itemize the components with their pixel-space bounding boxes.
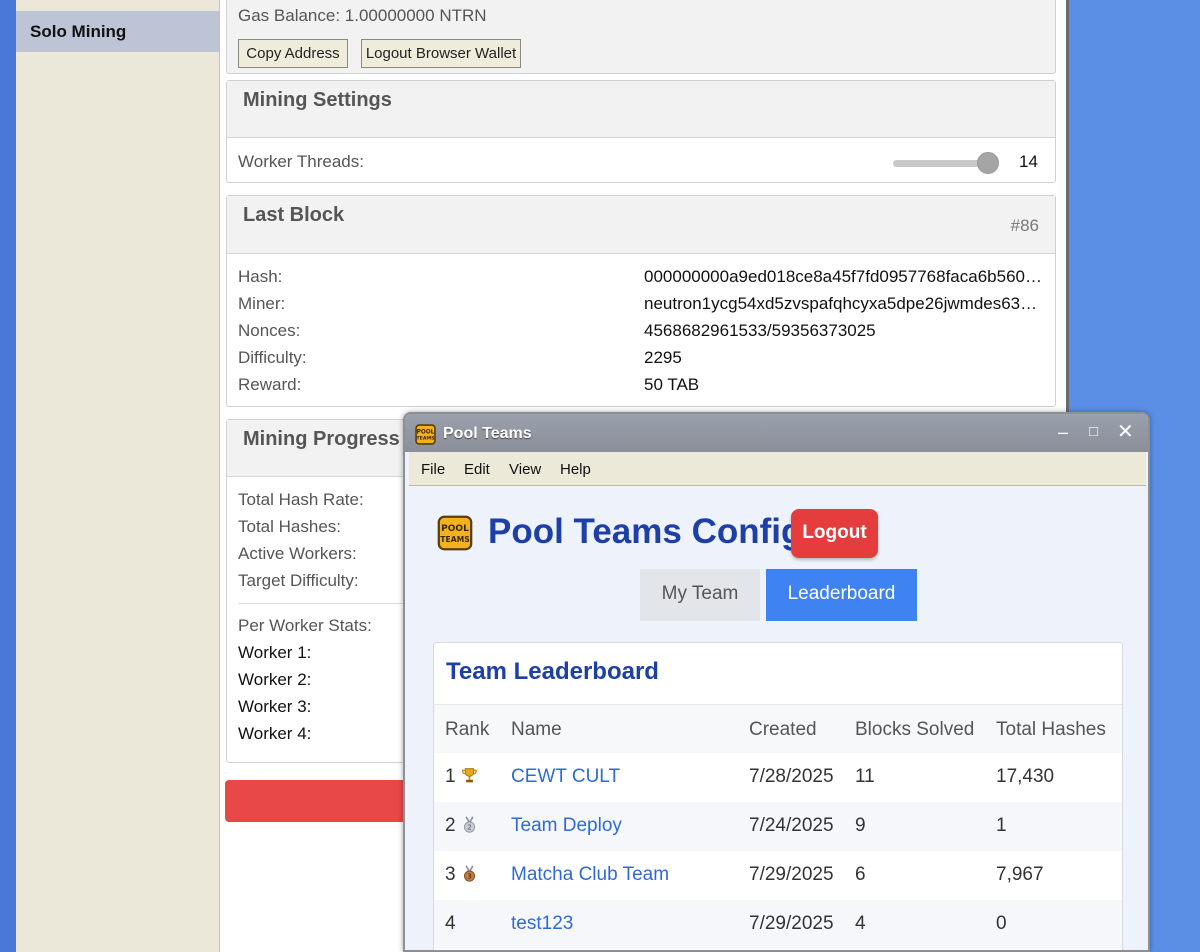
miner-value: neutron1ycg54xd5zvspafqhcyxa5dpe26jwmdes… (644, 294, 1044, 313)
last-block-panel: Last Block #86 Hash: 000000000a9ed018ce8… (226, 195, 1056, 407)
pool-teams-logo-icon: POOL TEAMS (415, 424, 436, 445)
logout-button[interactable]: Logout (791, 509, 878, 558)
pool-titlebar: POOL TEAMS Pool Teams – □ ✕ (405, 414, 1148, 452)
svg-text:TEAMS: TEAMS (440, 535, 469, 544)
minimize-icon[interactable]: – (1058, 422, 1068, 443)
svg-text:POOL: POOL (441, 524, 469, 534)
mining-settings-panel: Mining Settings Worker Threads: 14 (226, 80, 1056, 183)
pool-menubar: File Edit View Help (409, 452, 1146, 486)
difficulty-value: 2295 (644, 348, 682, 367)
total-hashes-cell: 0 (996, 913, 1007, 934)
column-header-name: Name (511, 719, 562, 740)
rank-cell: 33 (445, 864, 478, 886)
reward-label: Reward: (238, 375, 302, 394)
created-cell: 7/28/2025 (749, 766, 834, 787)
pool-window-title: Pool Teams (443, 425, 532, 442)
created-cell: 7/29/2025 (749, 913, 834, 934)
menu-file[interactable]: File (421, 461, 445, 478)
column-header-blocks-solved: Blocks Solved (855, 719, 975, 740)
trophy-icon (461, 768, 477, 783)
miner-label: Miner: (238, 294, 286, 313)
blocks-solved-cell: 9 (855, 815, 866, 836)
worker-threads-value: 14 (1019, 152, 1038, 171)
worker-1-label: Worker 1: (238, 643, 312, 662)
silver-medal-icon: 2 (463, 816, 475, 833)
nonces-label: Nonces: (238, 321, 301, 340)
blocks-solved-cell: 6 (855, 864, 866, 885)
table-row: 4 test123 7/29/2025 4 0 (434, 900, 1122, 949)
reward-value: 50 TAB (644, 375, 700, 394)
total-hashes-cell: 17,430 (996, 766, 1055, 787)
rank-cell: 1 (445, 766, 478, 788)
tab-my-team[interactable]: My Team (640, 569, 760, 621)
close-icon[interactable]: ✕ (1117, 419, 1134, 444)
maximize-icon[interactable]: □ (1089, 423, 1098, 440)
column-header-total-hashes: Total Hashes (996, 719, 1106, 740)
tab-leaderboard[interactable]: Leaderboard (766, 569, 917, 621)
table-row: 33 Matcha Club Team 7/29/2025 6 7,967 (434, 851, 1122, 900)
pool-teams-window: POOL TEAMS Pool Teams – □ ✕ File Edit Vi… (403, 412, 1150, 952)
leaderboard-header-row: Rank Name Created Blocks Solved Total Ha… (434, 704, 1122, 753)
page-title: Pool Teams Config (488, 512, 803, 551)
svg-text:POOL: POOL (417, 429, 435, 435)
created-cell: 7/24/2025 (749, 815, 834, 836)
svg-text:3: 3 (467, 873, 471, 881)
last-block-title: Last Block (243, 204, 345, 226)
pool-teams-logo-icon: POOL TEAMS (437, 515, 473, 551)
mining-progress-title: Mining Progress (243, 428, 400, 450)
total-hashes-label: Total Hashes: (238, 517, 341, 536)
block-number: #86 (1010, 216, 1039, 235)
gas-balance: Gas Balance: 1.00000000 NTRN (238, 6, 487, 25)
hash-value: 000000000a9ed018ce8a45f7fd0957768faca6b5… (644, 267, 1044, 286)
active-workers-label: Active Workers: (238, 544, 357, 563)
leaderboard-title: Team Leaderboard (446, 658, 659, 685)
team-name-link[interactable]: Team Deploy (511, 815, 622, 837)
team-name-link[interactable]: Matcha Club Team (511, 864, 669, 886)
table-row: 1 CEWT CULT 7/28/2025 11 17,430 (434, 753, 1122, 802)
wallet-panel: Gas Balance: 1.00000000 NTRN Copy Addres… (226, 0, 1056, 74)
start-mining-button[interactable] (225, 780, 425, 822)
menu-help[interactable]: Help (560, 461, 591, 478)
rank-cell: 4 (445, 913, 456, 934)
team-name-link[interactable]: CEWT CULT (511, 766, 620, 788)
worker-4-label: Worker 4: (238, 724, 312, 743)
worker-threads-row: 14 (227, 138, 1055, 183)
copy-address-button[interactable]: Copy Address (238, 39, 348, 68)
sidebar: Solo Mining (16, 0, 220, 952)
total-hashes-cell: 7,967 (996, 864, 1044, 885)
column-header-created: Created (749, 719, 817, 740)
pool-content: POOL TEAMS Pool Teams Config Logout My T… (409, 487, 1146, 950)
mining-settings-header: Mining Settings (227, 81, 1055, 138)
menu-edit[interactable]: Edit (464, 461, 490, 478)
column-header-rank: Rank (445, 719, 490, 740)
svg-text:TEAMS: TEAMS (416, 436, 435, 442)
mining-settings-title: Mining Settings (243, 89, 392, 111)
total-hashes-cell: 1 (996, 815, 1007, 836)
sidebar-item-solo-mining[interactable]: Solo Mining (16, 11, 219, 52)
worker-threads-slider-thumb[interactable] (977, 152, 1000, 174)
rank-cell: 22 (445, 815, 478, 837)
target-difficulty-label: Target Difficulty: (238, 571, 359, 590)
bronze-medal-icon: 3 (463, 865, 475, 882)
last-block-header: Last Block #86 (227, 196, 1055, 254)
created-cell: 7/29/2025 (749, 864, 834, 885)
nonces-value: 4568682961533/59356373025 (644, 321, 876, 340)
total-hash-rate-label: Total Hash Rate: (238, 490, 364, 509)
worker-2-label: Worker 2: (238, 670, 312, 689)
menu-view[interactable]: View (509, 461, 541, 478)
leaderboard-card: Team Leaderboard Rank Name Created Block… (433, 642, 1123, 950)
table-row: 22 Team Deploy 7/24/2025 9 1 (434, 802, 1122, 851)
rank-value: 2 (445, 815, 456, 836)
rank-value: 1 (445, 766, 456, 787)
blocks-solved-cell: 11 (855, 766, 875, 787)
difficulty-label: Difficulty: (238, 348, 307, 367)
per-worker-stats-label: Per Worker Stats: (238, 616, 372, 635)
hash-label: Hash: (238, 267, 283, 286)
worker-3-label: Worker 3: (238, 697, 312, 716)
rank-value: 3 (445, 864, 456, 885)
svg-text:2: 2 (467, 824, 471, 832)
blocks-solved-cell: 4 (855, 913, 866, 934)
logout-browser-wallet-button[interactable]: Logout Browser Wallet (361, 39, 521, 68)
team-name-link[interactable]: test123 (511, 913, 573, 935)
